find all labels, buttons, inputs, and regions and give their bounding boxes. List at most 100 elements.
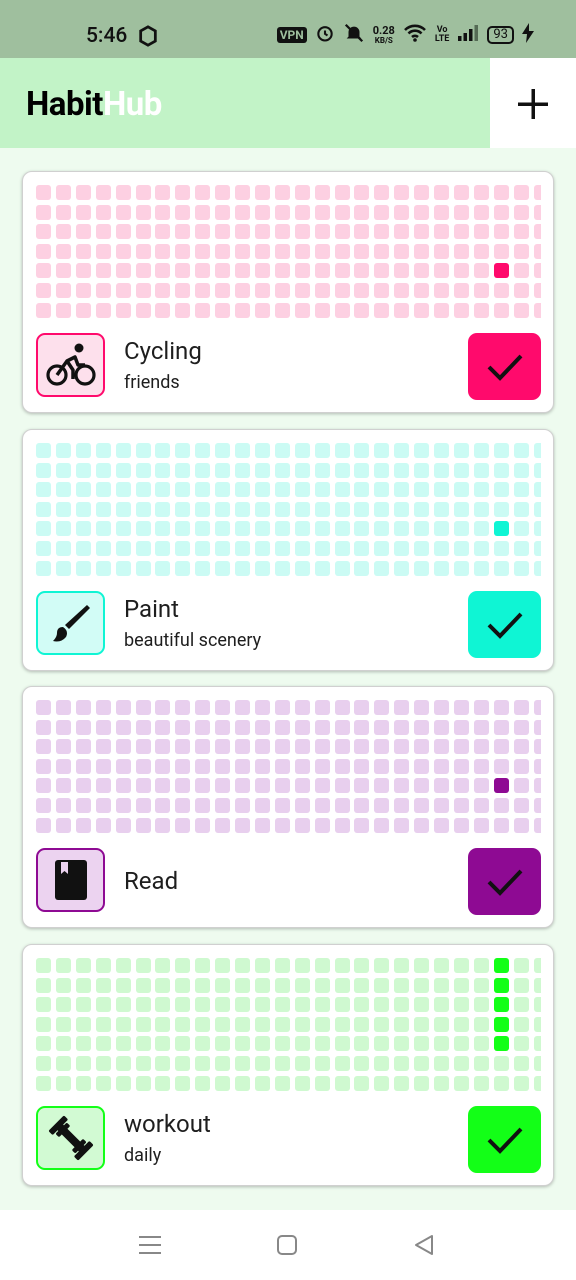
habit-day-cell xyxy=(533,521,541,537)
habit-day-cell xyxy=(354,560,370,576)
habit-day-cell xyxy=(354,958,370,973)
habit-day-cell xyxy=(434,263,449,279)
complete-habit-button[interactable] xyxy=(468,848,541,915)
habit-day-cell xyxy=(135,185,151,200)
habit-day-cell xyxy=(36,700,51,715)
habit-day-cell xyxy=(215,243,231,259)
habit-day-cell xyxy=(95,443,111,458)
habit-day-cell xyxy=(254,778,270,794)
habit-day-cell xyxy=(414,719,430,735)
habit-day-cell xyxy=(493,541,509,556)
habit-day-cell xyxy=(254,283,270,298)
habit-day-cell xyxy=(314,541,330,556)
habit-day-cell xyxy=(254,817,270,833)
habit-day-cell xyxy=(374,243,390,259)
habit-day-cell xyxy=(394,521,410,537)
habit-day-cell xyxy=(274,185,290,200)
habit-day-cell xyxy=(374,977,390,993)
habit-day-cell xyxy=(254,541,270,556)
habit-day-cell xyxy=(453,443,469,458)
habit-day-cell xyxy=(533,817,541,833)
habit-day-cell xyxy=(473,560,489,576)
habit-day-cell xyxy=(55,700,71,715)
habit-card-cycling[interactable]: Cycling friends xyxy=(22,171,554,413)
habit-card-read[interactable]: Read xyxy=(22,686,554,928)
habit-day-cell xyxy=(314,1016,330,1032)
habit-day-cell xyxy=(354,521,370,537)
habit-day-cell xyxy=(434,758,449,774)
habit-day-cell xyxy=(374,997,390,1013)
menu-icon[interactable] xyxy=(138,1234,162,1256)
habit-day-cell xyxy=(215,798,231,813)
habit-day-cell xyxy=(294,541,310,556)
back-triangle-icon[interactable] xyxy=(413,1234,435,1256)
habit-day-cell xyxy=(55,521,71,537)
complete-habit-button[interactable] xyxy=(468,1106,541,1173)
habit-day-cell xyxy=(235,204,250,220)
habit-icon-box xyxy=(36,1106,105,1170)
habit-day-cell xyxy=(414,1016,430,1032)
habit-day-cell xyxy=(175,1036,191,1052)
habit-day-cell xyxy=(434,1036,449,1052)
habit-day-cell xyxy=(314,977,330,993)
habit-day-cell xyxy=(453,700,469,715)
habit-day-cell xyxy=(175,185,191,200)
habit-day-cell xyxy=(453,243,469,259)
habit-day-cell xyxy=(135,958,151,973)
habit-day-cell xyxy=(215,204,231,220)
habit-day-cell xyxy=(75,302,91,318)
habit-day-cell xyxy=(195,224,211,240)
habit-day-cell xyxy=(254,501,270,517)
habit-day-cell xyxy=(55,560,71,576)
habit-day-cell xyxy=(155,958,171,973)
habit-description: beautiful scenery xyxy=(124,630,262,651)
habit-day-cell xyxy=(175,283,191,298)
habit-day-cell xyxy=(414,958,430,973)
habit-day-cell xyxy=(36,1075,51,1091)
habit-day-cell xyxy=(36,283,51,298)
habit-day-cell xyxy=(195,521,211,537)
habit-card-workout[interactable]: workout daily xyxy=(22,944,554,1186)
habit-day-cell xyxy=(75,958,91,973)
complete-habit-button[interactable] xyxy=(468,333,541,400)
habit-day-cell xyxy=(175,958,191,973)
home-square-icon[interactable] xyxy=(276,1234,298,1256)
habit-day-cell xyxy=(473,778,489,794)
habit-day-cell xyxy=(354,283,370,298)
habit-day-cell xyxy=(195,462,211,478)
vpn-badge: VPN xyxy=(276,27,307,43)
habit-day-cell xyxy=(95,541,111,556)
habit-day-cell xyxy=(334,541,350,556)
habit-day-cell xyxy=(235,997,250,1013)
habit-day-cell xyxy=(55,302,71,318)
habit-day-cell xyxy=(334,1036,350,1052)
habit-day-cell xyxy=(135,1056,151,1071)
brush-icon xyxy=(52,605,90,642)
habit-day-cell xyxy=(274,302,290,318)
complete-habit-button[interactable] xyxy=(468,591,541,658)
habit-card-paint[interactable]: Paint beautiful scenery xyxy=(22,429,554,671)
habit-day-cell xyxy=(314,482,330,498)
habit-day-cell xyxy=(493,243,509,259)
habit-day-cell xyxy=(254,758,270,774)
habit-day-cell xyxy=(115,778,131,794)
habit-day-cell xyxy=(175,700,191,715)
habit-day-cell xyxy=(394,977,410,993)
habit-day-cell xyxy=(493,1016,509,1032)
habit-day-cell xyxy=(394,739,410,755)
habit-day-cell xyxy=(254,462,270,478)
habit-day-cell xyxy=(374,1016,390,1032)
habit-day-cell xyxy=(115,302,131,318)
habit-day-cell xyxy=(533,758,541,774)
habit-day-cell xyxy=(453,1056,469,1071)
habit-day-cell xyxy=(195,482,211,498)
habit-day-cell xyxy=(254,1036,270,1052)
habit-name: workout xyxy=(124,1110,211,1138)
habit-day-cell xyxy=(334,739,350,755)
habit-day-cell xyxy=(533,700,541,715)
habit-day-cell xyxy=(434,1075,449,1091)
habit-day-cell xyxy=(215,1036,231,1052)
add-habit-button[interactable] xyxy=(490,58,576,148)
habit-day-cell xyxy=(314,263,330,279)
habit-day-cell xyxy=(493,204,509,220)
